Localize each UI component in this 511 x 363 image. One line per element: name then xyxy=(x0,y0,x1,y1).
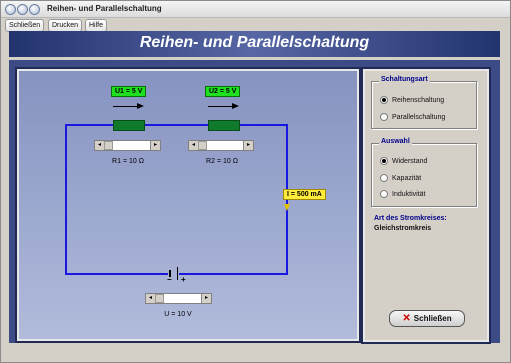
u-slider[interactable]: ◂ ▸ xyxy=(145,293,212,304)
resistor-r2[interactable] xyxy=(208,120,240,131)
arrow-u1-icon xyxy=(137,103,144,109)
page-title: Reihen- und Parallelschaltung xyxy=(139,34,370,51)
group-auswahl: Auswahl Widerstand Kapazität Induktivitä… xyxy=(371,138,477,207)
window-button-icon[interactable] xyxy=(17,4,28,15)
radio-widerstand[interactable]: Widerstand xyxy=(380,157,427,165)
r1-label: R1 = 10 Ω xyxy=(112,158,144,165)
arrow-u2-icon xyxy=(232,103,239,109)
circuit-type-label: Art des Stromkreises: xyxy=(374,215,447,222)
battery-plus-sign: + xyxy=(181,275,186,284)
voltage-u1-label: U1 = 5 V xyxy=(111,86,147,97)
slider-thumb[interactable] xyxy=(155,294,164,303)
r1-slider[interactable]: ◂ ▸ xyxy=(94,140,161,151)
radio-kapazitaet[interactable]: Kapazität xyxy=(380,174,421,182)
radio-checked-icon[interactable] xyxy=(380,157,388,165)
current-probe-icon xyxy=(284,204,290,211)
wire-top-middle xyxy=(145,124,208,126)
status-bar xyxy=(9,346,500,354)
current-label: I = 500 mA xyxy=(283,189,326,200)
radio-unchecked-icon[interactable] xyxy=(380,174,388,182)
circuit-type-value: Gleichstromkreis xyxy=(374,225,432,232)
radio-parallelschaltung[interactable]: Parallelschaltung xyxy=(380,113,445,121)
close-button[interactable]: ✕ Schließen xyxy=(389,310,465,327)
menu-bar: Schließen Drucken Hilfe xyxy=(1,18,510,32)
group-title: Schaltungsart xyxy=(379,76,430,83)
wire-left xyxy=(65,124,67,275)
battery-minus-sign: − xyxy=(167,275,172,284)
r2-slider[interactable]: ◂ ▸ xyxy=(188,140,254,151)
radio-unchecked-icon[interactable] xyxy=(380,190,388,198)
radio-checked-icon[interactable] xyxy=(380,96,388,104)
battery-long-plate xyxy=(177,267,178,280)
group-title: Auswahl xyxy=(379,138,412,145)
wire-top-left xyxy=(65,124,113,126)
voltage-u2-label: U2 = 5 V xyxy=(205,86,241,97)
slider-right-arrow-icon[interactable]: ▸ xyxy=(243,141,253,150)
radio-unchecked-icon[interactable] xyxy=(380,113,388,121)
wire-top-right xyxy=(240,124,288,126)
close-button-label: Schließen xyxy=(413,314,452,323)
window-button-icon[interactable] xyxy=(29,4,40,15)
slider-thumb[interactable] xyxy=(104,141,113,150)
arrow-u1-line xyxy=(113,106,137,107)
resistor-r1[interactable] xyxy=(113,120,145,131)
u-label: U = 10 V xyxy=(164,311,192,318)
banner: Reihen- und Parallelschaltung xyxy=(9,31,500,57)
group-schaltungsart: Schaltungsart Reihenschaltung Parallelsc… xyxy=(371,76,477,129)
slider-right-arrow-icon[interactable]: ▸ xyxy=(150,141,160,150)
radio-reihenschaltung[interactable]: Reihenschaltung xyxy=(380,96,444,104)
radio-induktivitaet[interactable]: Induktivität xyxy=(380,190,425,198)
window-controls xyxy=(5,4,40,15)
wire-bottom-left xyxy=(65,273,168,275)
window-button-icon[interactable] xyxy=(5,4,16,15)
wire-bottom-right xyxy=(179,273,288,275)
r2-label: R2 = 10 Ω xyxy=(206,158,238,165)
close-icon: ✕ xyxy=(402,313,411,324)
slider-right-arrow-icon[interactable]: ▸ xyxy=(201,294,211,303)
title-bar: Reihen- und Parallelschaltung xyxy=(1,1,510,18)
window-title: Reihen- und Parallelschaltung xyxy=(47,4,162,13)
slider-thumb[interactable] xyxy=(198,141,207,150)
arrow-u2-line xyxy=(208,106,232,107)
